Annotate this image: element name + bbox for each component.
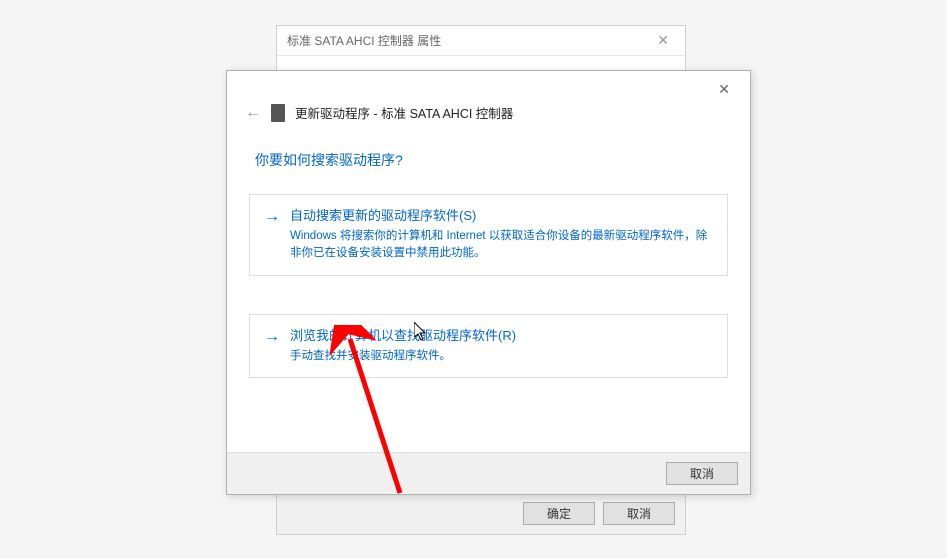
option-auto-search[interactable]: → 自动搜索更新的驱动程序软件(S) Windows 将搜索你的计算机和 Int… xyxy=(249,194,728,276)
back-arrow-icon[interactable]: ← xyxy=(245,104,261,122)
dialog-title: 更新驱动程序 - 标准 SATA AHCI 控制器 xyxy=(295,103,513,122)
bg-ok-button[interactable]: 确定 xyxy=(523,502,595,525)
bg-close-button[interactable]: ✕ xyxy=(649,30,677,51)
dialog-header: ← 更新驱动程序 - 标准 SATA AHCI 控制器 xyxy=(227,71,750,128)
options-container: → 自动搜索更新的驱动程序软件(S) Windows 将搜索你的计算机和 Int… xyxy=(227,184,750,426)
bg-bottom-bar: 确定 取消 xyxy=(277,492,685,534)
bg-titlebar: 标准 SATA AHCI 控制器 属性 ✕ xyxy=(277,26,685,56)
option-content: 浏览我的计算机以查找驱动程序软件(R) 手动查找并安装驱动程序软件。 xyxy=(290,327,713,365)
option-browse-desc: 手动查找并安装驱动程序软件。 xyxy=(290,348,713,365)
cancel-button[interactable]: 取消 xyxy=(666,462,738,485)
option-browse-computer[interactable]: → 浏览我的计算机以查找驱动程序软件(R) 手动查找并安装驱动程序软件。 xyxy=(249,314,728,378)
arrow-right-icon: → xyxy=(264,207,280,263)
bg-cancel-button[interactable]: 取消 xyxy=(603,502,675,525)
close-button[interactable]: ✕ xyxy=(710,77,738,102)
option-auto-title: 自动搜索更新的驱动程序软件(S) xyxy=(290,207,713,225)
dialog-question: 你要如何搜索驱动程序? xyxy=(227,128,750,184)
dialog-bottom-bar: 取消 xyxy=(227,452,750,494)
option-browse-title: 浏览我的计算机以查找驱动程序软件(R) xyxy=(290,327,713,345)
device-icon xyxy=(271,104,285,122)
option-content: 自动搜索更新的驱动程序软件(S) Windows 将搜索你的计算机和 Inter… xyxy=(290,207,713,263)
arrow-right-icon: → xyxy=(264,327,280,365)
update-driver-dialog: ✕ ← 更新驱动程序 - 标准 SATA AHCI 控制器 你要如何搜索驱动程序… xyxy=(226,70,751,495)
option-auto-desc: Windows 将搜索你的计算机和 Internet 以获取适合你设备的最新驱动… xyxy=(290,228,713,263)
bg-window-title: 标准 SATA AHCI 控制器 属性 xyxy=(287,32,441,49)
